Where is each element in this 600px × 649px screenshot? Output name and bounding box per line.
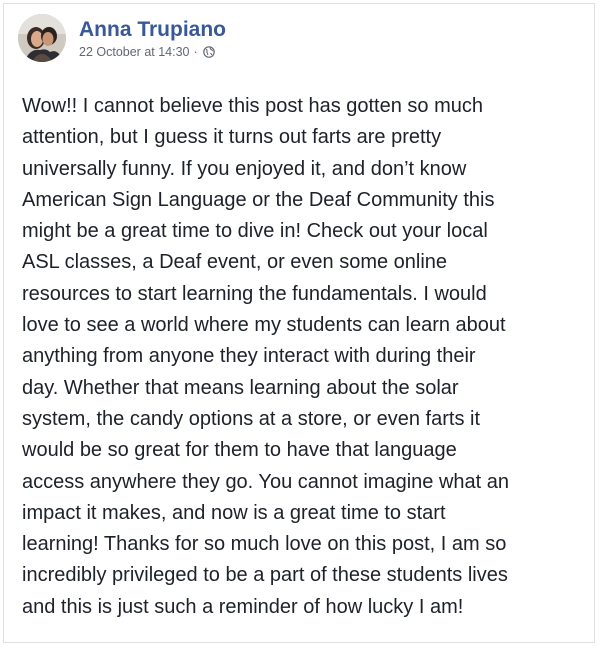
author-name-link[interactable]: Anna Trupiano xyxy=(79,18,226,42)
post-header: Anna Trupiano 22 October at 14:30 · xyxy=(18,13,226,63)
post-header-text: Anna Trupiano 22 October at 14:30 · xyxy=(79,18,226,59)
meta-separator: · xyxy=(193,44,198,59)
avatar[interactable] xyxy=(18,14,66,62)
globe-icon[interactable] xyxy=(202,45,215,58)
post-timestamp[interactable]: 22 October at 14:30 xyxy=(79,45,190,59)
post-body-text: Wow!! I cannot believe this post has got… xyxy=(22,95,509,618)
post-meta: 22 October at 14:30 · xyxy=(79,45,226,59)
profile-photo-icon xyxy=(18,14,66,62)
post-card: Anna Trupiano 22 October at 14:30 · Wow!… xyxy=(3,3,595,643)
